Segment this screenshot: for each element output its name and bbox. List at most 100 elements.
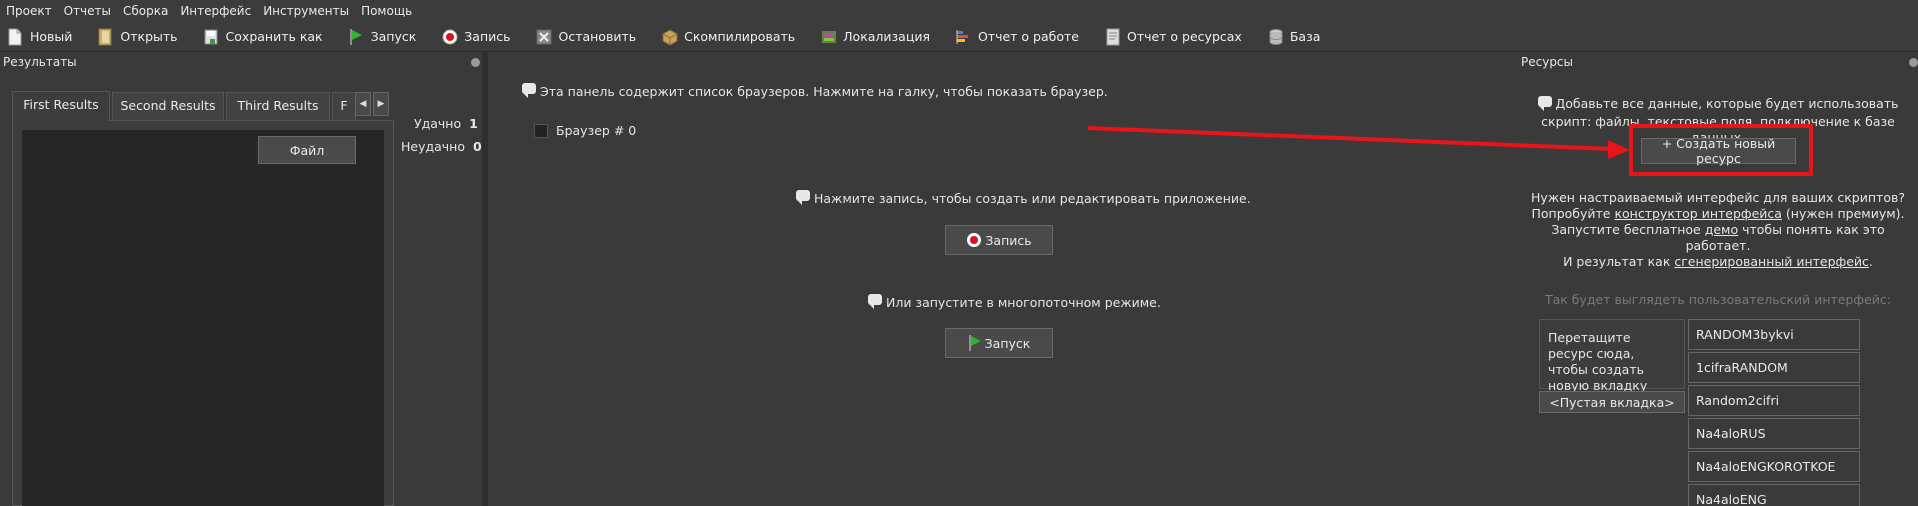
demo-link[interactable]: демо (1705, 222, 1738, 237)
multithread-hint-text: Или запустите в многопоточном режиме. (886, 295, 1161, 310)
menu-build[interactable]: Сборка (123, 4, 168, 18)
work-report-label: Отчет о работе (977, 29, 1079, 44)
work-report-button[interactable]: Отчет о работе (956, 28, 1079, 46)
multithread-hint: Или запустите в многопоточном режиме. (868, 294, 1161, 310)
run-button[interactable]: Запуск (349, 28, 417, 46)
tab-scroll-left-icon[interactable]: ◀ (355, 92, 371, 116)
database-icon (1268, 28, 1284, 46)
resource-item[interactable]: Na4aloENGKOROTKOE (1688, 451, 1860, 482)
tab-scroll-right-icon[interactable]: ▶ (373, 92, 389, 116)
menu-interface[interactable]: Интерфейс (180, 4, 251, 18)
success-label: Удачно (414, 116, 462, 131)
record-label: Запись (464, 29, 511, 44)
tab-first-results[interactable]: First Results (12, 91, 110, 121)
report-document-icon (1105, 28, 1121, 46)
tab-fourth-results[interactable]: F (332, 92, 356, 120)
demo-line-pre: Запустите бесплатное (1551, 222, 1705, 237)
save-as-button[interactable]: Сохранить как (204, 28, 323, 46)
browsers-hint: Эта панель содержит список браузеров. На… (522, 83, 1108, 99)
resources-panel-close-icon[interactable] (1909, 58, 1918, 67)
run-flag-icon (968, 335, 981, 351)
resources-intro-line1: Добавьте все данные, которые будет испол… (1555, 96, 1899, 111)
menu-help[interactable]: Помощь (361, 4, 412, 18)
open-door-icon (98, 28, 114, 46)
fail-stat: Неудачно 0 (401, 139, 482, 154)
empty-tab-button[interactable]: <Пустая вкладка> (1539, 391, 1685, 413)
preview-caption: Так будет выглядеть пользовательский инт… (1544, 292, 1892, 307)
resource-item[interactable]: Random2cifri (1688, 385, 1860, 416)
tab-third-results[interactable]: Third Results (226, 92, 330, 120)
new-file-icon (8, 28, 24, 46)
success-stat: Удачно 1 (414, 116, 478, 131)
create-resource-button[interactable]: + Создать новый ресурс (1641, 136, 1796, 166)
resource-item[interactable]: Na4aloENG (1688, 484, 1860, 506)
stop-button[interactable]: Остановить (536, 28, 636, 46)
record-main-button[interactable]: Запись (945, 225, 1053, 255)
demo-line2: работает. (1685, 238, 1751, 253)
stop-icon (536, 28, 552, 46)
drop-zone[interactable]: Перетащите ресурс сюда, чтобы создать но… (1539, 319, 1685, 393)
comment-icon (522, 83, 536, 98)
menu-tools[interactable]: Инструменты (263, 4, 349, 18)
resource-item[interactable]: Na4aloRUS (1688, 418, 1860, 449)
menu-bar: Проект Отчеты Сборка Интерфейс Инструмен… (0, 0, 1918, 22)
record-hint-text: Нажмите запись, чтобы создать или редакт… (814, 191, 1251, 206)
open-button[interactable]: Открыть (98, 28, 178, 46)
resources-panel-title: Ресурсы (1518, 52, 1918, 72)
record-hint: Нажмите запись, чтобы создать или редакт… (796, 190, 1251, 206)
run-label: Запуск (370, 29, 417, 44)
comment-icon (796, 190, 810, 205)
package-icon (662, 28, 678, 46)
resource-report-label: Отчет о ресурсах (1126, 29, 1242, 44)
resource-item[interactable]: RANDOM3bykvi (1688, 319, 1860, 350)
database-label: База (1289, 29, 1321, 44)
save-icon (204, 28, 220, 46)
resource-report-button[interactable]: Отчет о ресурсах (1105, 28, 1242, 46)
custom-ui-line2-post: (нужен премиум). (1781, 206, 1905, 221)
run-main-label: Запуск (984, 335, 1031, 351)
resource-list: RANDOM3bykvi 1cifraRANDOM Random2cifri N… (1688, 319, 1860, 506)
result-line-post: . (1868, 254, 1873, 269)
toolbar: Новый Открыть Сохранить как Запуск Запис… (0, 22, 1918, 52)
browser-checkbox[interactable] (534, 123, 548, 138)
compile-button[interactable]: Скомпилировать (662, 28, 795, 46)
record-button[interactable]: Запись (442, 28, 510, 46)
localization-button[interactable]: Локализация (821, 28, 930, 46)
record-icon (967, 233, 982, 247)
menu-project[interactable]: Проект (6, 4, 52, 18)
new-button[interactable]: Новый (8, 28, 72, 46)
interface-builder-link[interactable]: конструктор интерфейса (1614, 206, 1781, 221)
save-as-label: Сохранить как (225, 29, 323, 44)
run-flag-icon (349, 28, 365, 46)
database-button[interactable]: База (1268, 28, 1321, 46)
tab-second-results[interactable]: Second Results (112, 92, 224, 120)
browser-panel (488, 52, 1512, 506)
result-line-pre: И результат как (1563, 254, 1675, 269)
browser-item[interactable]: Браузер # 0 (534, 123, 636, 138)
record-main-label: Запись (985, 232, 1032, 248)
fail-value: 0 (473, 139, 482, 154)
demo-line-post: чтобы понять как это (1738, 222, 1885, 237)
comment-icon (868, 294, 882, 309)
results-display-area (22, 130, 384, 506)
new-label: Новый (30, 29, 73, 44)
record-icon (442, 28, 458, 46)
file-button[interactable]: Файл (258, 136, 356, 164)
localization-icon (821, 28, 837, 46)
resource-item[interactable]: 1cifraRANDOM (1688, 352, 1860, 383)
results-panel-title: Результаты (0, 52, 482, 72)
custom-ui-info: Нужен настраиваемый интерфейс для ваших … (1518, 190, 1918, 270)
menu-reports[interactable]: Отчеты (64, 4, 111, 18)
run-main-button[interactable]: Запуск (945, 328, 1053, 358)
compile-label: Скомпилировать (684, 29, 796, 44)
custom-ui-line2-pre: Попробуйте (1531, 206, 1615, 221)
generated-interface-link[interactable]: сгенерированный интерфейс (1674, 254, 1869, 269)
custom-ui-line1: Нужен настраиваемый интерфейс для ваших … (1531, 190, 1905, 205)
bar-chart-icon (956, 28, 972, 46)
fail-label: Неудачно (401, 139, 465, 154)
browser-item-label: Браузер # 0 (556, 123, 637, 138)
open-label: Открыть (120, 29, 178, 44)
comment-icon (1537, 95, 1552, 111)
results-panel-close-icon[interactable] (471, 58, 480, 67)
localization-label: Локализация (843, 29, 930, 44)
